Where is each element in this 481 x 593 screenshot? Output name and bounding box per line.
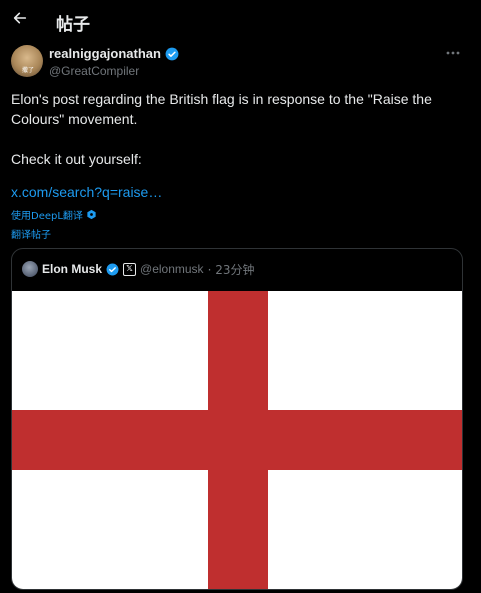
verified-badge-icon	[106, 263, 119, 275]
post-link[interactable]: x.com/search?q=raise…	[11, 184, 162, 200]
deepl-label: 使用DeepL翻译	[11, 211, 83, 222]
post-text-line: Elon's post regarding the British flag i…	[11, 91, 432, 127]
flag-cross-horizontal	[12, 410, 462, 470]
quoted-author-name[interactable]: Elon Musk	[42, 262, 102, 276]
verified-badge-icon	[165, 47, 179, 60]
top-bar: 帖子	[0, 0, 481, 42]
quoted-post[interactable]: Elon Musk 𝕏 @elonmusk · 23分钟	[11, 248, 463, 590]
x-affiliation-icon: 𝕏	[123, 262, 137, 276]
arrow-left-icon	[13, 12, 27, 24]
author-handle[interactable]: @GreatCompiler	[49, 64, 139, 78]
deepl-icon	[87, 209, 96, 220]
author-name[interactable]: realniggajonathan	[49, 46, 179, 61]
page-title: 帖子	[56, 15, 90, 34]
deepl-translate-button[interactable]: 使用DeepL翻译	[11, 207, 97, 222]
post-text-line: Check it out yourself:	[11, 151, 142, 167]
more-options-button[interactable]	[443, 45, 463, 61]
quoted-author-handle: @elonmusk	[140, 262, 204, 276]
quoted-author-avatar[interactable]	[22, 261, 38, 277]
back-button[interactable]	[9, 7, 31, 29]
more-dots-icon	[446, 51, 460, 55]
quoted-post-image[interactable]	[12, 291, 462, 589]
author-name-text: realniggajonathan	[49, 46, 161, 61]
quoted-post-header: Elon Musk 𝕏 @elonmusk · 23分钟	[22, 260, 254, 278]
quoted-post-time[interactable]: · 23分钟	[208, 261, 255, 278]
post-body: Elon's post regarding the British flag i…	[11, 89, 461, 169]
author-avatar[interactable]: 撒了	[11, 45, 43, 77]
translate-post-button[interactable]: 翻译帖子	[11, 226, 51, 241]
avatar-caption: 撒了	[22, 67, 35, 74]
